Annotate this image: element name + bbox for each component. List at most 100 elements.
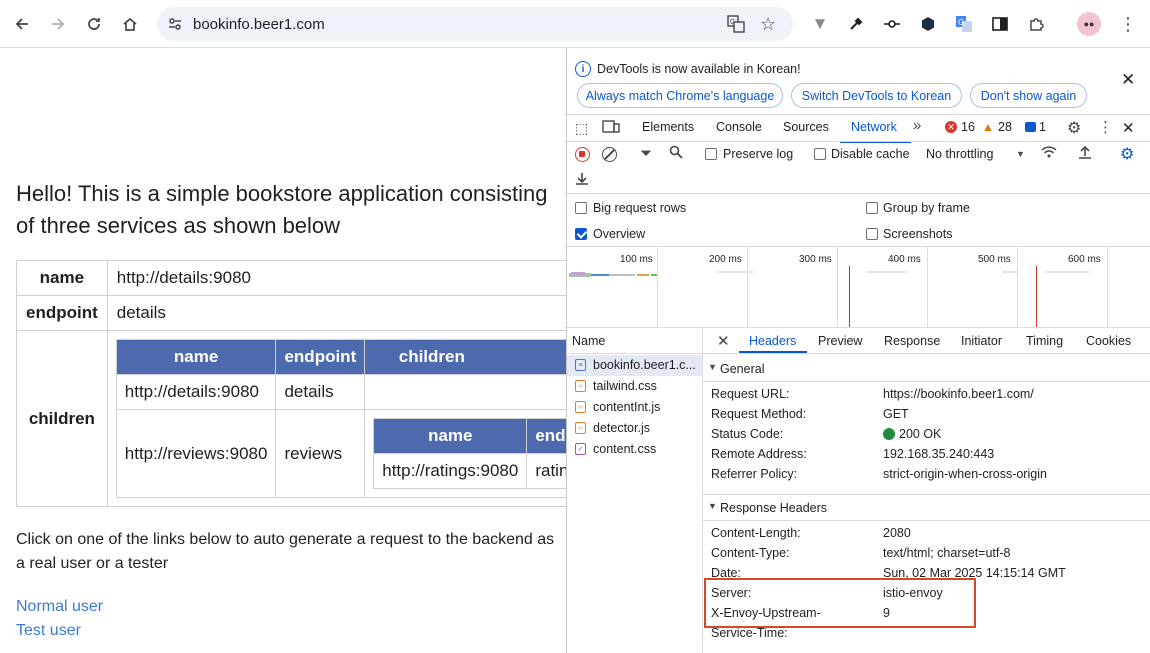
back-arrow-icon[interactable] <box>8 10 36 38</box>
name-value: http://details:9080 <box>106 260 566 296</box>
timeline-tick: 200 ms <box>709 254 742 265</box>
home-icon[interactable] <box>116 10 144 38</box>
tab-console[interactable]: Console <box>716 120 762 134</box>
hexagon-icon[interactable] <box>914 10 942 38</box>
name-column-header[interactable]: Name <box>572 334 605 348</box>
close-detail-icon[interactable]: ✕ <box>717 332 730 350</box>
disable-cache-checkbox[interactable] <box>814 148 826 160</box>
svg-text:G: G <box>958 18 964 27</box>
status-ok-icon <box>883 428 895 440</box>
screenshots-checkbox[interactable] <box>866 228 878 240</box>
triangle-down-icon: ▼ <box>708 362 717 372</box>
list-item[interactable]: ‹› detector.js <box>575 421 650 435</box>
warning-count[interactable]: 28 <box>998 120 1012 134</box>
normal-user-link[interactable]: Normal user <box>16 598 103 616</box>
tab-sources[interactable]: Sources <box>783 120 829 134</box>
tab-elements[interactable]: Elements <box>642 120 694 134</box>
network-overview[interactable] <box>567 247 1150 327</box>
header-key: Content-Type: <box>711 546 790 560</box>
group-by-frame-checkbox[interactable] <box>866 202 878 214</box>
filter-icon[interactable]: ⏷ <box>640 145 652 162</box>
forward-arrow-icon[interactable] <box>44 10 72 38</box>
response-headers-section-header[interactable]: ▼ Response Headers <box>703 497 1150 519</box>
error-count[interactable]: 16 <box>961 120 975 134</box>
close-devtools-icon[interactable]: ✕ <box>1122 119 1135 137</box>
list-item[interactable]: ‹› contentInt.js <box>575 400 660 414</box>
list-item[interactable]: ≡ bookinfo.beer1.c... <box>575 358 696 372</box>
inner-header-endpoint: endpoint <box>275 339 366 375</box>
general-section-header[interactable]: ▼ General <box>703 359 1150 381</box>
nested-header-name: name <box>373 418 528 454</box>
svg-text:G: G <box>730 19 735 26</box>
request-name: bookinfo.beer1.c... <box>593 358 696 372</box>
eyedropper-icon[interactable] <box>842 10 870 38</box>
tab-network[interactable]: Network <box>851 120 897 134</box>
header-value: GET <box>883 407 909 421</box>
tab-initiator[interactable]: Initiator <box>961 334 1002 348</box>
translate-ext-icon[interactable]: G <box>950 10 978 38</box>
list-item[interactable]: ✓ content.css <box>575 442 656 456</box>
commit-icon[interactable] <box>878 10 906 38</box>
table-row: http://details:9080 details <box>115 374 566 410</box>
preserve-log-checkbox[interactable] <box>705 148 717 160</box>
clear-icon[interactable] <box>602 147 617 162</box>
tab-headers[interactable]: Headers <box>749 334 796 348</box>
request-name: contentInt.js <box>593 400 661 414</box>
reload-icon[interactable] <box>80 10 108 38</box>
request-name: content.css <box>593 442 657 456</box>
address-bar[interactable]: bookinfo.beer1.com G ☆ <box>157 7 793 41</box>
site-settings-icon[interactable] <box>167 16 183 37</box>
table-cell: reviews <box>275 409 366 498</box>
table-cell: rating <box>526 453 566 489</box>
bookmark-star-icon[interactable]: ☆ <box>760 14 776 35</box>
general-title: General <box>720 362 765 376</box>
chevron-down-icon[interactable]: ▼ <box>1016 149 1025 159</box>
close-banner-icon[interactable]: ✕ <box>1121 70 1135 90</box>
overview-checkbox[interactable] <box>575 228 587 240</box>
dont-show-again-button[interactable]: Don't show again <box>970 83 1087 108</box>
tab-cookies[interactable]: Cookies <box>1086 334 1131 348</box>
big-request-rows-checkbox[interactable] <box>575 202 587 214</box>
more-tabs-icon[interactable]: » <box>913 117 921 134</box>
info-count[interactable]: 1 <box>1039 120 1046 134</box>
translate-icon[interactable]: G <box>727 15 745 38</box>
table-row: http://reviews:9080 reviews name endp ht… <box>115 409 566 498</box>
header-value: 2080 <box>883 526 911 540</box>
search-icon[interactable] <box>669 145 683 162</box>
test-user-link[interactable]: Test user <box>16 622 81 640</box>
tab-response[interactable]: Response <box>884 334 940 348</box>
error-icon: ✕ <box>945 121 957 133</box>
list-item[interactable]: ‹› tailwind.css <box>575 379 657 393</box>
throttling-select[interactable]: No throttling <box>926 147 993 161</box>
more-icon[interactable]: ⋮ <box>1114 10 1142 38</box>
children-value: name endpoint children http://details:90… <box>106 330 566 507</box>
tab-timing[interactable]: Timing <box>1026 334 1063 348</box>
group-by-frame-label: Group by frame <box>883 201 970 215</box>
device-toolbar-icon[interactable] <box>602 119 620 138</box>
nested-header-endpoint: endp <box>526 418 566 454</box>
tab-preview[interactable]: Preview <box>818 334 862 348</box>
sidebar-icon[interactable] <box>986 10 1014 38</box>
record-icon[interactable] <box>575 147 590 162</box>
settings-gear-icon[interactable]: ⚙ <box>1067 118 1081 138</box>
devtools-menu-icon[interactable]: ⋮ <box>1098 118 1113 136</box>
vue-icon[interactable]: ▼ <box>806 10 834 38</box>
inner-header-name: name <box>115 339 277 375</box>
url-text[interactable]: bookinfo.beer1.com <box>193 16 325 33</box>
table-row: name http://details:9080 <box>16 260 566 296</box>
stylesheet-icon: ‹› <box>575 380 586 392</box>
avatar[interactable]: ●● <box>1075 10 1103 38</box>
header-value: 192.168.35.240:443 <box>883 447 995 461</box>
export-har-icon[interactable] <box>575 171 589 189</box>
network-settings-icon[interactable]: ⚙ <box>1120 144 1134 164</box>
header-value: https://bookinfo.beer1.com/ <box>883 387 1034 401</box>
inspect-element-icon[interactable]: ⬚ <box>575 120 588 137</box>
puzzle-icon[interactable] <box>1022 10 1050 38</box>
switch-to-korean-button[interactable]: Switch DevTools to Korean <box>791 83 962 108</box>
children-key: children <box>16 330 108 507</box>
table-cell: http://details:9080 <box>115 374 277 410</box>
import-har-icon[interactable] <box>1078 145 1092 163</box>
network-conditions-icon[interactable] <box>1041 145 1057 162</box>
header-key: Status Code: <box>711 427 784 441</box>
always-match-language-button[interactable]: Always match Chrome's language <box>577 83 783 108</box>
